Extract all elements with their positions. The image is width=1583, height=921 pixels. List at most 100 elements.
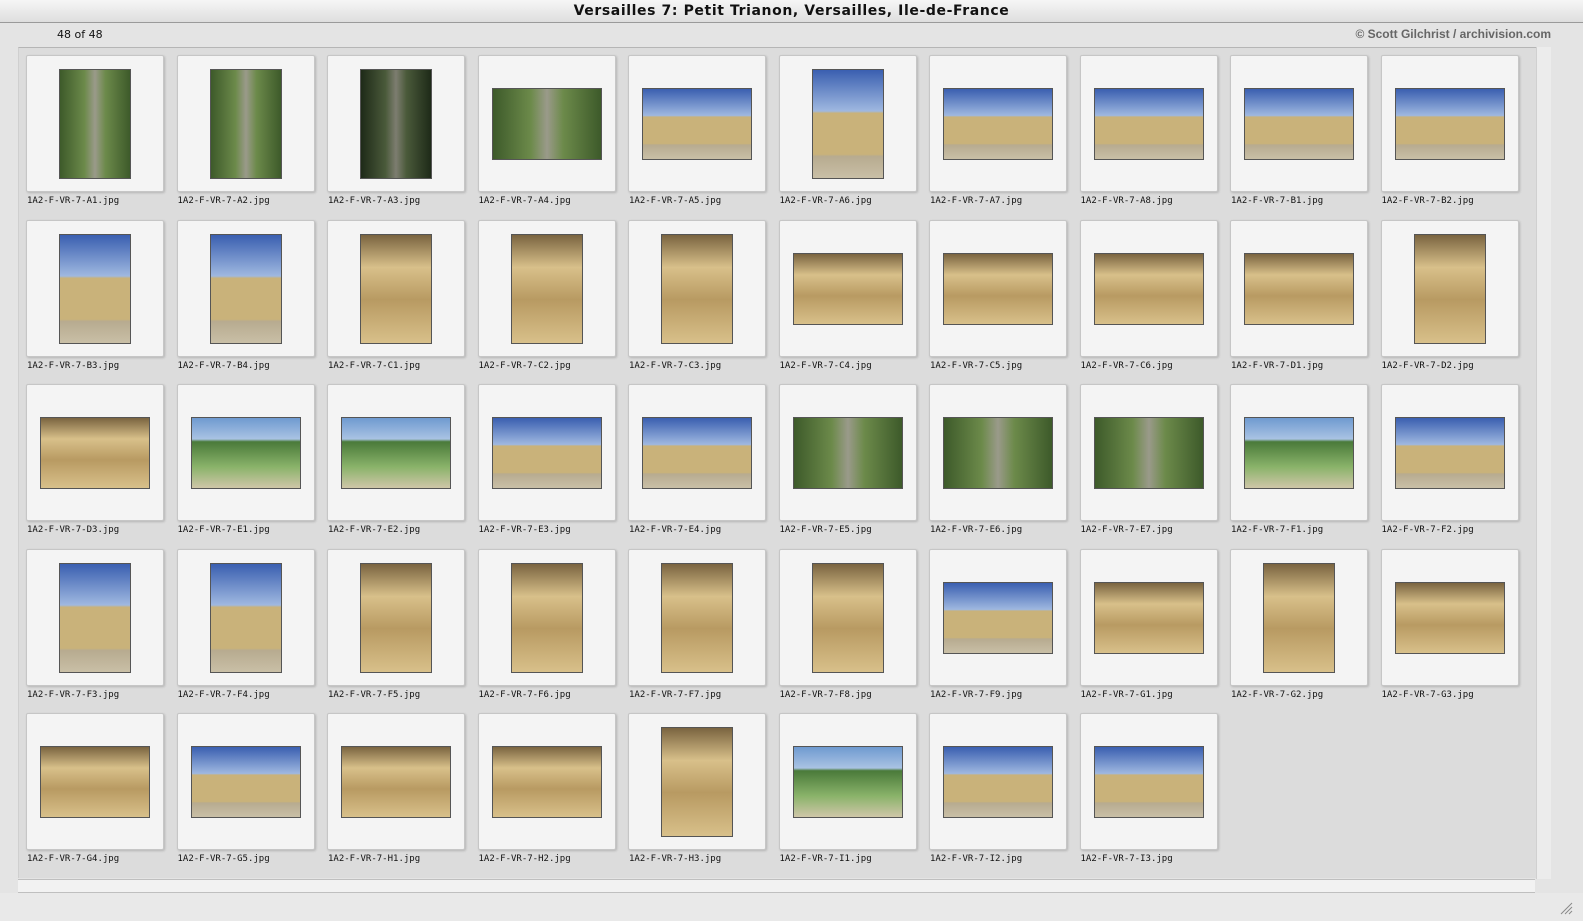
- thumbnail-cell[interactable]: 1A2-F-VR-7-A2.jpg: [170, 48, 320, 208]
- thumbnail-cell[interactable]: 1A2-F-VR-7-C5.jpg: [922, 213, 1072, 373]
- slide-mount[interactable]: [26, 384, 164, 521]
- photo-thumbnail[interactable]: [209, 69, 282, 179]
- thumbnail-cell[interactable]: 1A2-F-VR-7-F3.jpg: [19, 542, 169, 702]
- thumbnail-cell[interactable]: 1A2-F-VR-7-A8.jpg: [1073, 48, 1223, 208]
- photo-thumbnail[interactable]: [661, 727, 733, 837]
- photo-thumbnail[interactable]: [360, 69, 432, 179]
- thumbnail-cell[interactable]: 1A2-F-VR-7-F7.jpg: [621, 542, 771, 702]
- thumbnail-cell[interactable]: 1A2-F-VR-7-A1.jpg: [19, 48, 169, 208]
- photo-thumbnail[interactable]: [661, 233, 733, 344]
- photo-thumbnail[interactable]: [360, 233, 432, 344]
- photo-thumbnail[interactable]: [491, 417, 602, 489]
- thumbnail-cell[interactable]: 1A2-F-VR-7-C4.jpg: [772, 213, 922, 373]
- resize-grip-icon[interactable]: [1559, 901, 1573, 915]
- slide-mount[interactable]: [327, 384, 465, 521]
- photo-thumbnail[interactable]: [341, 746, 451, 818]
- slide-mount[interactable]: [628, 219, 766, 357]
- photo-thumbnail[interactable]: [1093, 417, 1204, 489]
- photo-thumbnail[interactable]: [943, 581, 1053, 654]
- thumbnail-cell[interactable]: 1A2-F-VR-7-B3.jpg: [19, 213, 169, 373]
- photo-thumbnail[interactable]: [190, 417, 301, 489]
- thumbnail-cell[interactable]: 1A2-F-VR-7-F8.jpg: [772, 542, 922, 702]
- photo-thumbnail[interactable]: [642, 88, 752, 160]
- thumbnail-cell[interactable]: 1A2-F-VR-7-B1.jpg: [1223, 48, 1373, 208]
- horizontal-scrollbar[interactable]: [18, 879, 1535, 893]
- slide-mount[interactable]: [1230, 384, 1368, 521]
- photo-thumbnail[interactable]: [943, 417, 1053, 489]
- slide-mount[interactable]: [176, 548, 315, 686]
- photo-thumbnail[interactable]: [811, 562, 884, 673]
- photo-thumbnail[interactable]: [1394, 581, 1505, 654]
- thumbnail-cell[interactable]: 1A2-F-VR-7-F2.jpg: [1374, 377, 1524, 537]
- thumbnail-cell[interactable]: 1A2-F-VR-7-A6.jpg: [772, 48, 922, 208]
- slide-mount[interactable]: [176, 219, 315, 357]
- thumbnail-cell[interactable]: 1A2-F-VR-7-A5.jpg: [621, 48, 771, 208]
- photo-thumbnail[interactable]: [40, 746, 150, 818]
- photo-thumbnail[interactable]: [1093, 746, 1204, 818]
- thumbnail-cell[interactable]: 1A2-F-VR-7-H3.jpg: [621, 706, 771, 866]
- slide-mount[interactable]: [477, 55, 616, 192]
- photo-thumbnail[interactable]: [943, 252, 1053, 325]
- slide-mount[interactable]: [26, 548, 164, 686]
- slide-mount[interactable]: [1380, 219, 1519, 357]
- photo-thumbnail[interactable]: [811, 69, 884, 179]
- thumbnail-cell[interactable]: 1A2-F-VR-7-A3.jpg: [320, 48, 470, 208]
- photo-thumbnail[interactable]: [209, 562, 282, 673]
- thumbnail-cell[interactable]: 1A2-F-VR-7-C2.jpg: [471, 213, 621, 373]
- thumbnail-cell[interactable]: 1A2-F-VR-7-C3.jpg: [621, 213, 771, 373]
- slide-mount[interactable]: [929, 548, 1067, 686]
- slide-mount[interactable]: [477, 548, 616, 686]
- slide-mount[interactable]: [176, 384, 315, 521]
- photo-thumbnail[interactable]: [209, 233, 282, 344]
- thumbnail-cell[interactable]: 1A2-F-VR-7-E2.jpg: [320, 377, 470, 537]
- slide-mount[interactable]: [176, 713, 315, 850]
- slide-mount[interactable]: [778, 384, 917, 521]
- thumbnail-cell[interactable]: 1A2-F-VR-7-F4.jpg: [170, 542, 320, 702]
- slide-mount[interactable]: [26, 713, 164, 850]
- photo-thumbnail[interactable]: [792, 746, 903, 818]
- photo-thumbnail[interactable]: [1244, 88, 1354, 160]
- slide-mount[interactable]: [778, 219, 917, 357]
- thumbnail-cell[interactable]: 1A2-F-VR-7-B2.jpg: [1374, 48, 1524, 208]
- slide-mount[interactable]: [929, 713, 1067, 850]
- thumbnail-cell[interactable]: 1A2-F-VR-7-G3.jpg: [1374, 542, 1524, 702]
- thumbnail-cell[interactable]: 1A2-F-VR-7-G2.jpg: [1223, 542, 1373, 702]
- photo-thumbnail[interactable]: [59, 69, 131, 179]
- thumbnail-cell[interactable]: 1A2-F-VR-7-A7.jpg: [922, 48, 1072, 208]
- photo-thumbnail[interactable]: [360, 562, 432, 673]
- thumbnail-cell[interactable]: 1A2-F-VR-7-I3.jpg: [1073, 706, 1223, 866]
- slide-mount[interactable]: [1230, 219, 1368, 357]
- slide-mount[interactable]: [778, 55, 917, 192]
- slide-mount[interactable]: [628, 548, 766, 686]
- thumbnail-cell[interactable]: 1A2-F-VR-7-G1.jpg: [1073, 542, 1223, 702]
- slide-mount[interactable]: [628, 384, 766, 521]
- slide-mount[interactable]: [628, 55, 766, 192]
- photo-thumbnail[interactable]: [1093, 88, 1204, 160]
- photo-thumbnail[interactable]: [943, 746, 1053, 818]
- slide-mount[interactable]: [1380, 548, 1519, 686]
- slide-mount[interactable]: [1380, 55, 1519, 192]
- thumbnail-cell[interactable]: 1A2-F-VR-7-I2.jpg: [922, 706, 1072, 866]
- photo-thumbnail[interactable]: [943, 88, 1053, 160]
- thumbnail-cell[interactable]: 1A2-F-VR-7-F9.jpg: [922, 542, 1072, 702]
- photo-thumbnail[interactable]: [1093, 581, 1204, 654]
- thumbnail-cell[interactable]: 1A2-F-VR-7-H1.jpg: [320, 706, 470, 866]
- photo-thumbnail[interactable]: [792, 417, 903, 489]
- slide-mount[interactable]: [477, 219, 616, 357]
- slide-mount[interactable]: [477, 384, 616, 521]
- slide-mount[interactable]: [1380, 384, 1519, 521]
- photo-thumbnail[interactable]: [1244, 252, 1354, 325]
- photo-thumbnail[interactable]: [40, 417, 150, 489]
- slide-mount[interactable]: [778, 548, 917, 686]
- thumbnail-cell[interactable]: 1A2-F-VR-7-C6.jpg: [1073, 213, 1223, 373]
- thumbnail-cell[interactable]: 1A2-F-VR-7-I1.jpg: [772, 706, 922, 866]
- thumbnail-cell[interactable]: 1A2-F-VR-7-H2.jpg: [471, 706, 621, 866]
- thumbnail-cell[interactable]: 1A2-F-VR-7-F6.jpg: [471, 542, 621, 702]
- thumbnail-cell[interactable]: 1A2-F-VR-7-E1.jpg: [170, 377, 320, 537]
- slide-mount[interactable]: [1079, 219, 1218, 357]
- thumbnail-cell[interactable]: 1A2-F-VR-7-E3.jpg: [471, 377, 621, 537]
- thumbnail-cell[interactable]: 1A2-F-VR-7-B4.jpg: [170, 213, 320, 373]
- slide-mount[interactable]: [327, 219, 465, 357]
- photo-thumbnail[interactable]: [1394, 88, 1505, 160]
- photo-thumbnail[interactable]: [1413, 233, 1486, 344]
